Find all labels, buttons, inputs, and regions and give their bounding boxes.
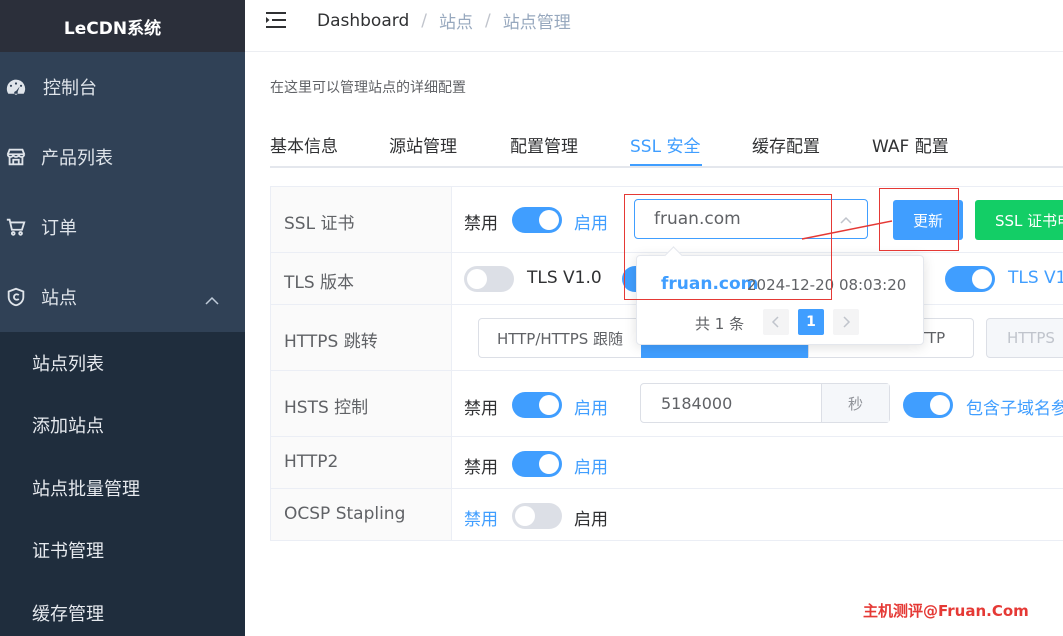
https-option-https[interactable]: HTTPS (986, 318, 1063, 358)
row-divider (271, 370, 1063, 371)
sidebar-item-sites[interactable]: 站点 (0, 262, 245, 332)
annotation-arrow (801, 220, 893, 240)
submenu-item-site-list[interactable]: 站点列表 (0, 332, 245, 394)
top-header: Dashboard / 站点 / 站点管理 (245, 0, 1063, 52)
sidebar-item-orders[interactable]: 订单 (0, 192, 245, 262)
breadcrumb-home[interactable]: Dashboard (317, 11, 409, 31)
sidebar: LeCDN系统 控制台 产品列表 订单 站点 站点列表 添加站点 站点批量管理 … (0, 0, 245, 636)
tab-origin[interactable]: 源站管理 (389, 132, 457, 157)
pager-page-1[interactable]: 1 (798, 309, 824, 335)
tls-v10-switch[interactable] (464, 266, 514, 292)
row-label-ocsp: OCSP Stapling (284, 504, 406, 524)
sidebar-item-products[interactable]: 产品列表 (0, 122, 245, 192)
watermark: 主机测评@Fruan.Com (863, 602, 1029, 620)
tls-v12-switch[interactable] (945, 266, 995, 292)
submenu-item-cert-manage[interactable]: 证书管理 (0, 519, 245, 581)
hsts-max-age-value: 5184000 (661, 394, 733, 413)
ssl-off-label: 禁用 (464, 214, 498, 234)
ocsp-on-label: 启用 (574, 510, 608, 530)
row-label-tls: TLS 版本 (284, 273, 355, 293)
sidebar-item-label: 产品列表 (41, 148, 113, 169)
hsts-switch[interactable] (512, 392, 562, 418)
tls-v10-label: TLS V1.0 (527, 268, 602, 288)
dashboard-icon (5, 76, 27, 98)
pager-next-button[interactable] (833, 309, 859, 335)
submenu-item-add-site[interactable]: 添加站点 (0, 394, 245, 456)
hsts-off-label: 禁用 (464, 399, 498, 419)
menu-fold-icon[interactable] (265, 11, 287, 29)
annotation-box-select (624, 194, 832, 300)
settings-tabs: 基本信息 源站管理 配置管理 SSL 安全 缓存配置 WAF 配置 (270, 128, 1063, 168)
page-description: 在这里可以管理站点的详细配置 (270, 80, 466, 96)
ssl-on-label: 启用 (574, 214, 608, 234)
shield-icon (5, 286, 27, 308)
row-label-hsts: HSTS 控制 (284, 398, 369, 418)
brand-title: LeCDN系统 (0, 0, 245, 52)
breadcrumb-separator: / (421, 10, 427, 31)
ssl-switch[interactable] (512, 207, 562, 233)
sites-submenu: 站点列表 添加站点 站点批量管理 证书管理 缓存管理 (0, 332, 245, 636)
submenu-item-batch-manage[interactable]: 站点批量管理 (0, 457, 245, 519)
row-label-https: HTTPS 跳转 (284, 332, 378, 352)
breadcrumb-current: 站点管理 (502, 13, 571, 33)
breadcrumb: Dashboard / 站点 / 站点管理 (317, 8, 571, 34)
pager-total: 共 1 条 (695, 315, 745, 333)
row-label-ssl: SSL 证书 (284, 214, 355, 234)
cart-icon (5, 216, 27, 238)
shop-icon (5, 146, 27, 168)
chevron-up-icon (205, 290, 219, 311)
http2-off-label: 禁用 (464, 458, 498, 478)
pager-prev-button[interactable] (763, 309, 789, 335)
tab-cache[interactable]: 缓存配置 (752, 132, 820, 157)
https-option-follow[interactable]: HTTP/HTTPS 跟随 (478, 318, 642, 358)
tls-v12-label: TLS V1 (1008, 268, 1063, 288)
breadcrumb-section: 站点 (438, 13, 473, 33)
hsts-subdomain-switch[interactable] (903, 392, 953, 418)
hsts-unit: 秒 (821, 384, 889, 422)
tab-config[interactable]: 配置管理 (510, 132, 578, 157)
http2-switch[interactable] (512, 451, 562, 477)
sidebar-item-label: 订单 (41, 218, 77, 239)
ocsp-off-label: 禁用 (464, 510, 498, 530)
tab-waf[interactable]: WAF 配置 (872, 132, 949, 157)
hsts-on-label: 启用 (574, 399, 608, 419)
active-tab-indicator (630, 164, 702, 166)
sidebar-item-label: 站点 (41, 288, 77, 309)
tab-basic-info[interactable]: 基本信息 (270, 132, 338, 157)
breadcrumb-separator: / (484, 10, 491, 31)
row-label-http2: HTTP2 (284, 452, 339, 472)
sidebar-item-dashboard[interactable]: 控制台 (0, 52, 245, 122)
http2-on-label: 启用 (574, 458, 608, 478)
submenu-item-cache-manage[interactable]: 缓存管理 (0, 582, 245, 636)
row-divider (271, 436, 1063, 437)
tab-ssl[interactable]: SSL 安全 (630, 132, 700, 157)
sidebar-item-label: 控制台 (43, 78, 97, 99)
hsts-subdomain-label: 包含子域名参 (966, 399, 1063, 419)
row-divider (271, 488, 1063, 489)
ssl-apply-button[interactable]: SSL 证书申请 (975, 200, 1063, 240)
hsts-max-age-input[interactable]: 5184000 秒 (640, 383, 890, 423)
ocsp-switch[interactable] (512, 503, 562, 529)
